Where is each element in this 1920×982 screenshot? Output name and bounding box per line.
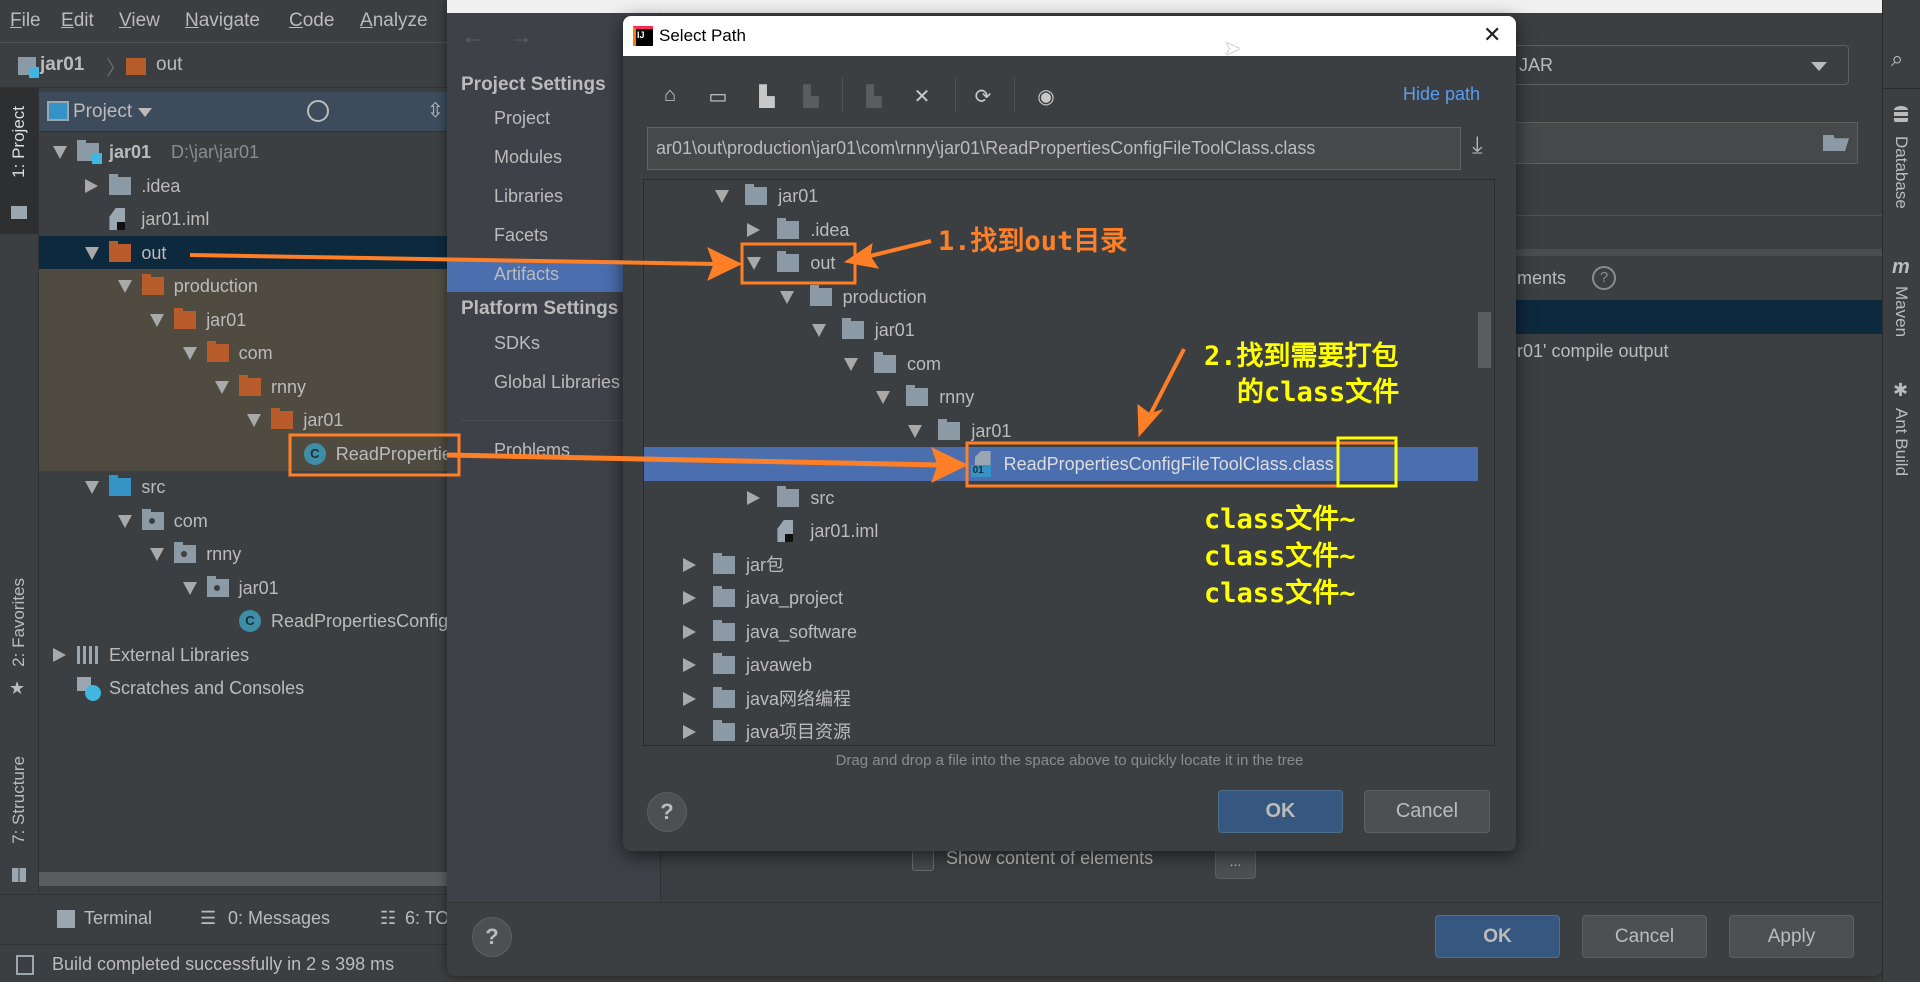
highlight-box-out <box>740 242 857 285</box>
highlight-box-extension <box>1336 436 1398 488</box>
arrow-step1 <box>869 239 932 258</box>
annotation-note: class文件~ <box>1204 578 1356 609</box>
highlight-box-class-file <box>965 441 1398 488</box>
highlight-box-left-class <box>288 433 461 477</box>
annotation-layer <box>189 239 1398 488</box>
arrow-class <box>446 452 941 468</box>
arrow-out <box>189 253 716 266</box>
annotation-step2-line1: 2.找到需要打包 <box>1204 341 1399 372</box>
arrow-step2-head <box>1137 403 1164 438</box>
annotation-note: class文件~ <box>1204 541 1356 572</box>
annotation-step1: 1.找到out目录 <box>938 226 1128 257</box>
arrow-step2 <box>1148 348 1186 416</box>
annotation-step2-line2: 的class文件 <box>1237 377 1400 408</box>
annotation-note: class文件~ <box>1204 504 1356 535</box>
